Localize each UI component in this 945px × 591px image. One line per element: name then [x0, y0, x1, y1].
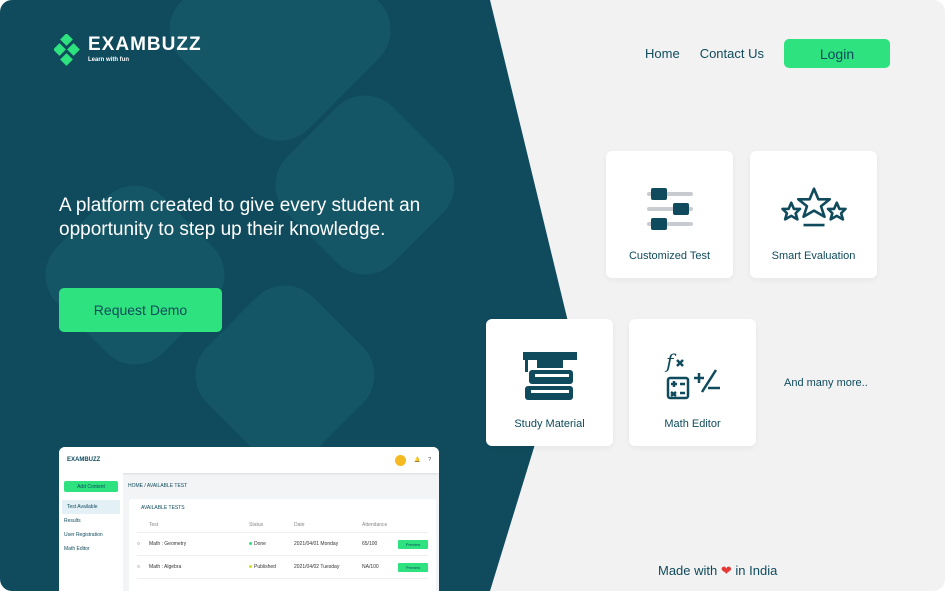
feature-label: Smart Evaluation: [771, 250, 856, 262]
landing-page: EXAMBUZZ Learn with fun Home Contact Us L…: [0, 0, 945, 591]
footer-text: Made with ❤ in India: [658, 563, 778, 578]
sidebar-item-test-available[interactable]: Test Available: [62, 500, 120, 514]
top-nav: Home Contact Us Login: [645, 39, 890, 68]
table-header: Test Status Date Attendance: [137, 517, 428, 533]
login-button[interactable]: Login: [784, 39, 890, 68]
logo-icon: [54, 34, 80, 66]
preview-button[interactable]: Preview: [398, 539, 428, 549]
heart-icon: ❤: [720, 563, 732, 578]
brand-tagline: Learn with fun: [88, 57, 129, 63]
table-row: ○ Math : Geometry Done 2021/04/01 Monday 65/…: [137, 533, 428, 556]
sliders-icon: [646, 188, 693, 230]
logo[interactable]: EXAMBUZZ Learn with fun: [54, 34, 202, 68]
dashboard-brand: EXAMBUZZ: [67, 457, 101, 463]
table-row: ○ Math : Algebra Published 2021/04/02 Tuesd…: [137, 556, 428, 579]
dashboard-preview: EXAMBUZZ 🔔? Add Content Test Available R…: [59, 447, 439, 591]
dashboard-header: EXAMBUZZ 🔔?: [59, 447, 439, 473]
feature-card-smart-evaluation[interactable]: Smart Evaluation: [750, 151, 877, 278]
sidebar-item-math-editor[interactable]: Math Editor: [59, 542, 123, 556]
help-icon[interactable]: ?: [428, 457, 431, 463]
avatar[interactable]: [394, 454, 406, 466]
nav-home[interactable]: Home: [645, 46, 680, 61]
nav-contact[interactable]: Contact Us: [700, 46, 764, 61]
tests-panel: AVAILABLE TESTS Test Status Date Attendance…: [129, 499, 436, 591]
feature-label: Study Material: [514, 418, 585, 430]
math-icon: f: [664, 349, 720, 400]
more-features-text: And many more..: [784, 377, 868, 389]
feature-label: Math Editor: [664, 418, 721, 430]
books-icon: [522, 352, 577, 400]
bell-icon[interactable]: 🔔: [414, 457, 420, 463]
feature-card-study-material[interactable]: Study Material: [486, 319, 613, 446]
request-demo-button[interactable]: Request Demo: [59, 288, 222, 332]
sidebar-item-results[interactable]: Results: [59, 514, 123, 528]
dashboard-sidebar: Add Content Test Available Results User …: [59, 473, 123, 591]
add-content-button[interactable]: Add Content: [64, 481, 118, 492]
brand-name: EXAMBUZZ: [88, 34, 202, 55]
preview-button[interactable]: Preview: [398, 562, 428, 572]
row-radio[interactable]: ○: [137, 564, 149, 570]
hero-text: A platform created to give every student…: [59, 195, 421, 240]
row-radio[interactable]: ○: [137, 541, 149, 547]
feature-label: Customized Test: [628, 250, 711, 262]
stars-icon: [780, 187, 847, 227]
panel-title: AVAILABLE TESTS: [141, 505, 185, 511]
sidebar-item-user-registration[interactable]: User Registration: [59, 528, 123, 542]
feature-card-math-editor[interactable]: f Math Editor: [629, 319, 756, 446]
svg-text:f: f: [664, 349, 677, 373]
breadcrumb: HOME / AVAILABLE TEST: [128, 483, 188, 489]
feature-card-customized-test[interactable]: Customized Test: [606, 151, 733, 278]
